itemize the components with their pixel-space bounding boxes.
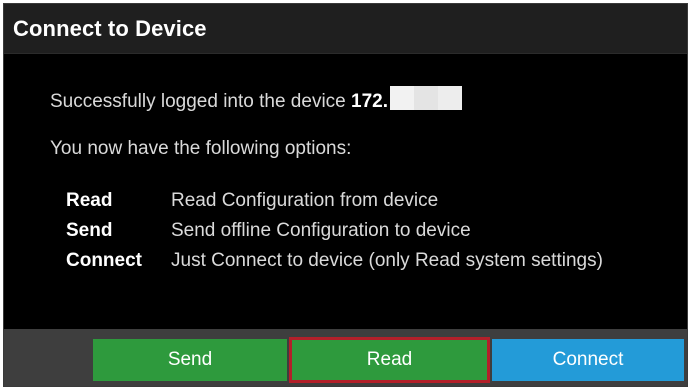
option-key-read: Read <box>66 190 113 211</box>
login-success-text: Successfully logged into the device <box>50 91 352 112</box>
option-description-connect: Just Connect to device (only Read system… <box>171 250 603 271</box>
option-key-connect: Connect <box>66 250 142 271</box>
connect-button[interactable]: Connect <box>492 339 684 381</box>
dialog-title: Connect to Device <box>13 16 207 41</box>
dialog-title-bar: Connect to Device <box>4 4 687 54</box>
options-intro: You now have the following options: <box>50 138 352 159</box>
read-button[interactable]: Read <box>289 337 490 383</box>
option-key-send: Send <box>66 220 113 241</box>
connect-to-device-dialog: Connect to Device Successfully logged in… <box>3 3 688 387</box>
option-row-connect: Connect Just Connect to device (only Read… <box>66 250 603 272</box>
send-button[interactable]: Send <box>93 339 287 381</box>
option-description-read: Read Configuration from device <box>171 190 439 211</box>
login-success-message: Successfully logged into the device 172. <box>50 86 462 113</box>
dialog-button-bar: Send Read Connect <box>4 329 687 386</box>
dialog-content: Successfully logged into the device 172.… <box>4 54 687 331</box>
device-ip-address: 172. <box>351 91 388 112</box>
option-row-send: Send Send offline Configuration to device <box>66 220 471 242</box>
option-row-read: Read Read Configuration from device <box>66 190 438 212</box>
redacted-ip-block <box>390 86 462 110</box>
option-description-send: Send offline Configuration to device <box>171 220 471 241</box>
